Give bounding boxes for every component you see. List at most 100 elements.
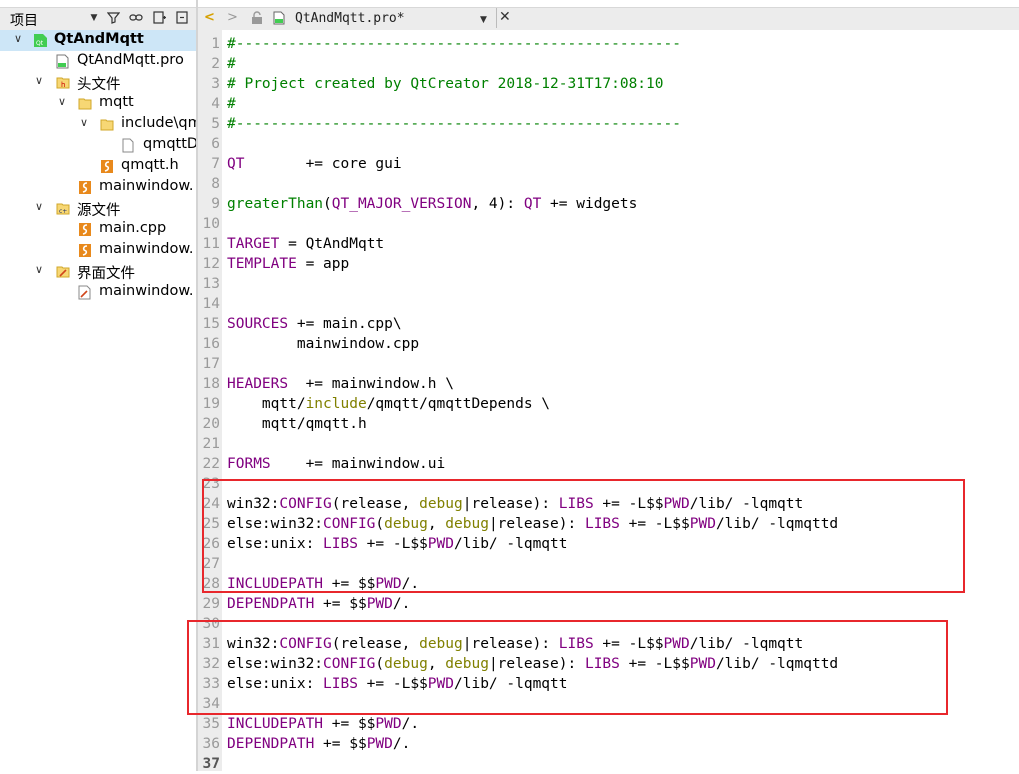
- header-folder-icon: h: [56, 75, 70, 90]
- code-token: (: [323, 196, 332, 212]
- code-token: += mainwindow.h \: [288, 376, 454, 392]
- project-panel-toolbar: 项目 ▼: [0, 7, 196, 31]
- line-number: 12: [202, 256, 220, 272]
- lock-icon[interactable]: [251, 11, 263, 30]
- code-token: += mainwindow.ui: [270, 456, 446, 472]
- chevron-down-icon[interactable]: ▼: [87, 11, 101, 25]
- code-line: QT += core gui: [227, 154, 402, 174]
- tree-item[interactable]: ∨ mqtt: [0, 93, 196, 114]
- code-token: TEMPLATE: [227, 256, 297, 272]
- svg-text:c+: c+: [59, 208, 67, 215]
- tree-item-label: mainwindow.: [99, 178, 194, 194]
- chevron-down-icon[interactable]: ∨: [33, 263, 45, 276]
- close-icon[interactable]: ✕: [499, 9, 511, 25]
- line-number: 10: [202, 216, 220, 232]
- code-line: HEADERS += mainwindow.h \: [227, 374, 454, 394]
- code-line: #---------------------------------------…: [227, 114, 681, 134]
- file-icon: [122, 138, 135, 153]
- code-token: /qmqtt/qmqttDepends \: [366, 396, 551, 412]
- tree-item[interactable]: ∨ include\qm: [0, 114, 196, 135]
- file-tab[interactable]: QtAndMqtt.pro*: [295, 11, 405, 26]
- svg-text:Qt: Qt: [36, 40, 44, 47]
- forward-arrow-icon[interactable]: >: [227, 10, 238, 26]
- cpp-file-icon: [78, 243, 91, 258]
- code-token: DEPENDPATH: [227, 736, 315, 752]
- code-token: mainwindow.cpp: [227, 336, 420, 352]
- tree-item[interactable]: ∨ 界面文件: [0, 261, 196, 282]
- code-token: #: [227, 96, 236, 112]
- code-token: += core gui: [244, 156, 402, 172]
- tree-item[interactable]: ∨ Qt QtAndMqtt: [0, 30, 196, 51]
- code-token: mqtt/: [227, 396, 306, 412]
- tree-item[interactable]: ∨ c+ 源文件: [0, 198, 196, 219]
- chevron-down-icon[interactable]: ∨: [33, 74, 45, 87]
- tree-item-label: 源文件: [77, 203, 121, 219]
- toolbar-divider: [496, 8, 497, 28]
- code-token: QT: [523, 196, 542, 212]
- tree-item-label: mainwindow.: [99, 241, 194, 257]
- code-token: , 4):: [471, 196, 524, 212]
- code-line: INCLUDEPATH += $$PWD/.: [227, 714, 419, 734]
- code-token: include: [305, 396, 367, 412]
- line-number: 37: [202, 756, 220, 772]
- line-number: 14: [202, 296, 220, 312]
- tree-item[interactable]: QtAndMqtt.pro: [0, 51, 196, 72]
- tree-item-label: QtAndMqtt.pro: [77, 52, 184, 68]
- ui-file-icon: [78, 285, 91, 300]
- tree-item[interactable]: mainwindow.: [0, 282, 196, 303]
- chevron-down-icon[interactable]: ∨: [56, 95, 68, 108]
- cpp-file-icon: [78, 222, 91, 237]
- highlight-box: [202, 479, 965, 593]
- form-folder-icon: [56, 264, 70, 279]
- code-token: PWD: [366, 596, 393, 612]
- code-line: mainwindow.cpp: [227, 334, 419, 354]
- chevron-down-icon[interactable]: ▼: [480, 12, 487, 28]
- h-file-icon: [78, 180, 91, 195]
- chevron-down-icon[interactable]: ∨: [33, 200, 45, 213]
- code-token: greaterThan: [227, 196, 324, 212]
- line-number: 15: [202, 316, 220, 332]
- line-number: 16: [202, 336, 220, 352]
- pro-file-icon: [56, 54, 69, 69]
- filter-icon[interactable]: [106, 11, 120, 25]
- tree-item[interactable]: qmqttD: [0, 135, 196, 156]
- tree-item[interactable]: mainwindow.: [0, 177, 196, 198]
- code-token: /.: [401, 716, 420, 732]
- line-number: 18: [202, 376, 220, 392]
- tree-item[interactable]: mainwindow.: [0, 240, 196, 261]
- split-icon[interactable]: [153, 11, 167, 25]
- folder-icon: [78, 96, 92, 111]
- code-token: /.: [392, 596, 411, 612]
- code-line: FORMS += mainwindow.ui: [227, 454, 445, 474]
- tree-item[interactable]: ∨ h 头文件: [0, 72, 196, 93]
- chevron-down-icon[interactable]: ∨: [78, 116, 90, 129]
- code-line: # Project created by QtCreator 2018-12-3…: [227, 74, 664, 94]
- code-line: mqtt/include/qmqtt/qmqttDepends \: [227, 394, 550, 414]
- line-number: 29: [202, 596, 220, 612]
- code-token: += main.cpp\: [288, 316, 402, 332]
- code-line: SOURCES += main.cpp\: [227, 314, 402, 334]
- code-token: = QtAndMqtt: [279, 236, 385, 252]
- code-token: TARGET: [227, 236, 280, 252]
- close-panel-icon[interactable]: [175, 11, 189, 25]
- panel-title[interactable]: 项目: [10, 10, 38, 30]
- line-number: 22: [202, 456, 220, 472]
- line-number: 17: [202, 356, 220, 372]
- code-line: #: [227, 54, 236, 74]
- line-number: 19: [202, 396, 220, 412]
- back-arrow-icon[interactable]: <: [204, 10, 215, 26]
- tree-item-label: include\qm: [121, 115, 196, 131]
- code-line: TEMPLATE = app: [227, 254, 349, 274]
- code-line: mqtt/qmqtt.h: [227, 414, 367, 434]
- tree-item[interactable]: main.cpp: [0, 219, 196, 240]
- code-token: # Project created by QtCreator 2018-12-3…: [227, 76, 664, 92]
- tree-item-label: qmqttD: [143, 136, 196, 152]
- link-icon[interactable]: [129, 11, 143, 25]
- chevron-down-icon[interactable]: ∨: [12, 32, 24, 45]
- line-number: 5: [211, 116, 220, 132]
- code-token: += $$: [323, 716, 376, 732]
- project-panel: 项目 ▼ ∨ Qt QtAndMqtt QtAndMqtt.pro ∨ h 头文件 ∨ mqtt…: [0, 0, 196, 771]
- tree-item-label: main.cpp: [99, 220, 167, 236]
- code-token: mqtt/qmqtt.h: [227, 416, 367, 432]
- tree-item[interactable]: qmqtt.h: [0, 156, 196, 177]
